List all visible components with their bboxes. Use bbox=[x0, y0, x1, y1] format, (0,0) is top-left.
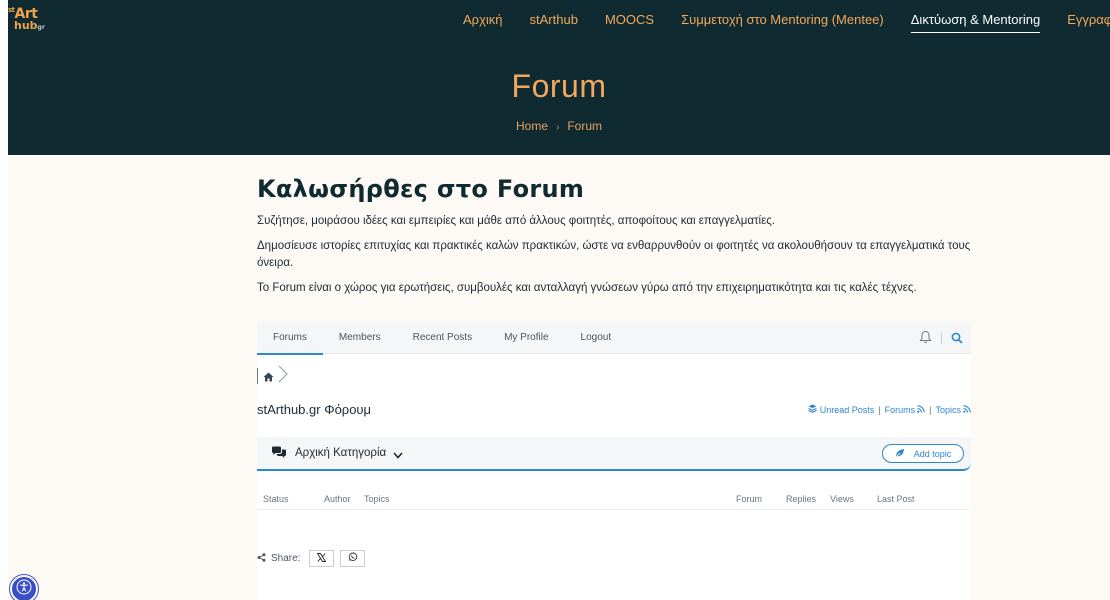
nav-item-register[interactable]: Εγγραφή bbox=[1067, 12, 1110, 33]
column-topics: Topics bbox=[364, 494, 390, 504]
search-icon[interactable] bbox=[951, 329, 963, 348]
nav-item-mentee[interactable]: Συμμετοχή στο Mentoring (Mentee) bbox=[681, 12, 884, 33]
accessibility-button[interactable] bbox=[10, 575, 38, 600]
column-status: Status bbox=[263, 494, 289, 504]
share-x-button[interactable] bbox=[309, 550, 335, 567]
add-topic-button[interactable]: Add topic bbox=[882, 444, 964, 463]
breadcrumb-current: Forum bbox=[567, 119, 603, 133]
share-bar: Share: bbox=[257, 550, 366, 567]
intro-heading: Καλωσήρθες στο Forum bbox=[257, 175, 585, 203]
breadcrumb: Home › Forum bbox=[8, 119, 1110, 133]
breadcrumb-separator-icon: › bbox=[556, 122, 560, 133]
main-nav: Αρχική stArthub MOOCS Συμμετοχή στο Ment… bbox=[463, 12, 1110, 33]
category-header[interactable]: Αρχική Κατηγορία Add topic bbox=[257, 437, 971, 471]
forum-widget: Forums Members Recent Posts My Profile L… bbox=[257, 322, 971, 600]
tab-logout[interactable]: Logout bbox=[565, 322, 628, 354]
category-name: Αρχική Κατηγορία bbox=[295, 447, 387, 459]
bell-icon[interactable] bbox=[919, 329, 932, 348]
forum-intro: Καλωσήρθες στο Forum Συζήτησε, μοιράσου … bbox=[257, 175, 977, 305]
rss-icon[interactable] bbox=[963, 404, 971, 415]
tab-my-profile[interactable]: My Profile bbox=[488, 322, 564, 354]
x-logo-icon bbox=[317, 552, 327, 565]
forum-breadcrumb bbox=[257, 365, 288, 387]
share-whatsapp-button[interactable] bbox=[340, 550, 366, 567]
stack-icon bbox=[808, 404, 817, 415]
comments-icon bbox=[271, 444, 287, 463]
tools-divider bbox=[941, 332, 942, 344]
intro-paragraph-1: Συζήτησε, μοιράσου ιδέες και εμπειρίες κ… bbox=[257, 215, 775, 227]
intro-paragraph-2: Δημοσίευσε ιστορίες επιτυχίας και πρακτι… bbox=[257, 240, 971, 269]
tab-forums[interactable]: Forums bbox=[257, 322, 323, 355]
nav-item-starthub[interactable]: stArthub bbox=[530, 12, 578, 33]
nav-item-moocs[interactable]: MOOCS bbox=[605, 12, 654, 33]
whatsapp-icon bbox=[348, 552, 358, 565]
intro-paragraph-3: Το Forum είναι ο χώρος για ερωτήσεις, συ… bbox=[257, 282, 917, 294]
share-icon bbox=[257, 552, 266, 565]
nav-item-networking[interactable]: Δικτύωση & Mentoring bbox=[910, 12, 1041, 33]
tab-members[interactable]: Members bbox=[323, 322, 397, 354]
unread-posts-link[interactable]: Unread Posts bbox=[820, 405, 875, 415]
topics-table-header: Status Author Topics Forum Replies Views… bbox=[257, 488, 971, 510]
add-topic-label: Add topic bbox=[913, 448, 952, 459]
accessibility-icon bbox=[16, 579, 32, 599]
chevron-down-icon[interactable] bbox=[393, 444, 403, 463]
topics-feed-link[interactable]: Topics bbox=[935, 405, 961, 415]
tab-recent-posts[interactable]: Recent Posts bbox=[397, 322, 488, 354]
chevron-right-icon bbox=[278, 365, 288, 387]
breadcrumb-divider bbox=[257, 368, 258, 384]
column-replies: Replies bbox=[786, 494, 817, 504]
page-title: Forum bbox=[511, 68, 607, 104]
breadcrumb-home[interactable]: Home bbox=[516, 119, 548, 133]
share-label: Share: bbox=[271, 553, 301, 564]
forums-feed-link[interactable]: Forums bbox=[885, 405, 916, 415]
rss-icon[interactable] bbox=[917, 404, 925, 415]
site-logo[interactable]: stArt hubgr bbox=[8, 6, 68, 34]
forum-feed-links: Unread Posts | Forums | Topics bbox=[808, 404, 971, 415]
forum-title: stArthub.gr Φόρουμ bbox=[257, 402, 372, 417]
forum-tools bbox=[919, 322, 963, 354]
column-last-post: Last Post bbox=[877, 494, 915, 504]
forum-nav: Forums Members Recent Posts My Profile L… bbox=[257, 322, 971, 355]
leaf-icon bbox=[895, 448, 905, 460]
nav-item-home[interactable]: Αρχική bbox=[463, 12, 503, 33]
column-author: Author bbox=[324, 494, 351, 504]
home-icon[interactable] bbox=[263, 367, 274, 386]
column-views: Views bbox=[830, 494, 854, 504]
site-header: stArt hubgr Αρχική stArthub MOOCS Συμμετ… bbox=[8, 0, 1110, 155]
column-forum: Forum bbox=[736, 494, 763, 504]
